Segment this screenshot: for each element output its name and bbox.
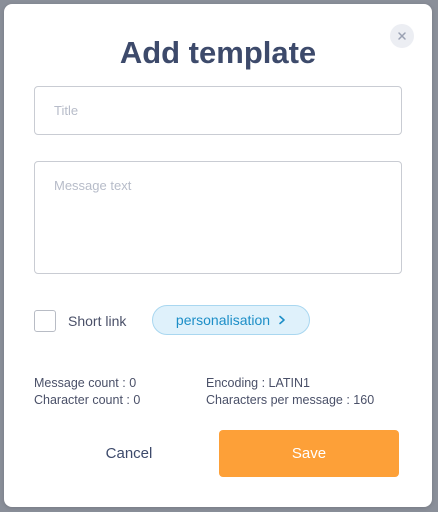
stats-left: Message count : 0 Character count : 0 <box>34 375 140 409</box>
dialog-title: Add template <box>119 35 317 70</box>
short-link-checkbox[interactable] <box>34 310 56 332</box>
message-field-wrapper <box>34 161 402 274</box>
encoding: Encoding : LATIN1 <box>206 376 310 390</box>
characters-per-message: Characters per message : 160 <box>206 393 375 407</box>
personalisation-button[interactable]: personalisation <box>152 305 310 335</box>
message-count: Message count : 0 <box>34 376 137 390</box>
character-count: Character count : 0 <box>34 393 141 407</box>
personalisation-label: personalisation <box>175 312 271 328</box>
add-template-dialog: Add template Short link personalisation … <box>4 4 432 507</box>
short-link-label: Short link <box>68 313 127 329</box>
save-button[interactable]: Save <box>219 430 399 477</box>
title-field-wrapper <box>34 86 402 135</box>
cancel-button[interactable]: Cancel <box>59 430 199 476</box>
chevron-right-icon <box>278 313 286 327</box>
short-link-row: Short link <box>34 308 126 334</box>
stats-right: Encoding : LATIN1 Characters per message… <box>206 375 374 409</box>
title-input[interactable] <box>35 87 401 134</box>
message-textarea[interactable] <box>35 162 401 273</box>
